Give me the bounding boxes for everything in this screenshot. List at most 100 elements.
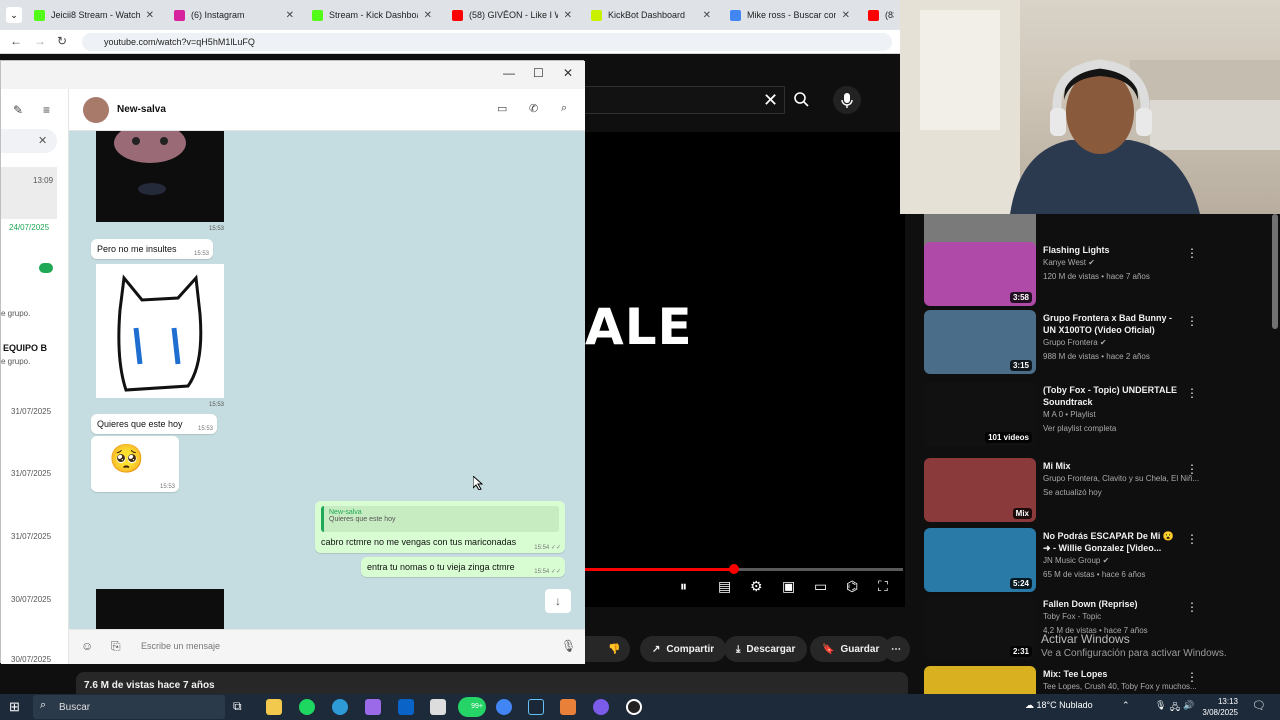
share-button[interactable]: ↗ Compartir [640, 636, 727, 662]
more-options-icon[interactable]: ⋮ [1186, 670, 1198, 684]
browser-tab[interactable]: (83) M [862, 2, 900, 28]
tab-search-icon[interactable]: ⌄ [6, 7, 22, 23]
video-progress-bar[interactable] [585, 564, 903, 574]
message-input[interactable]: Escribe un mensaje [141, 641, 220, 651]
mic-icon[interactable]: 🎙 [561, 639, 576, 653]
video-title[interactable]: Mi Mix [1043, 460, 1183, 472]
autoplay-toggle[interactable]: ⏸ [680, 578, 687, 595]
clear-search-icon[interactable]: ✕ [763, 90, 778, 111]
video-title[interactable]: Grupo Frontera x Bad Bunny - UN X100TO (… [1043, 312, 1183, 336]
notifications-icon[interactable]: 🗨 [1252, 699, 1266, 712]
more-options-icon[interactable]: ⋮ [1186, 532, 1198, 546]
contact-name[interactable]: New-salva [117, 104, 166, 115]
volume-icon[interactable]: 🔊 [1183, 700, 1194, 711]
channel-name[interactable]: Kanye West ✔ [1043, 258, 1095, 267]
recommendation-item[interactable]: 5:24 No Podrás ESCAPAR De Mi 😮 ➜ - Willie… [924, 528, 1274, 594]
more-options-icon[interactable]: ⋮ [1186, 462, 1198, 476]
weather-widget[interactable]: ☁ 18°C Nublado [1025, 700, 1093, 711]
recommendation-item[interactable]: 3:15 Grupo Frontera x Bad Bunny - UN X100… [924, 310, 1274, 376]
video-thumbnail[interactable]: Mix [924, 458, 1036, 522]
steam-icon[interactable] [528, 699, 544, 715]
cast-icon[interactable]: ⌬ [846, 578, 858, 595]
outgoing-message[interactable]: entra tu nomas o tu vieja zinga ctmre 15:… [361, 557, 565, 577]
search-icon[interactable] [786, 86, 816, 114]
chat-search-input[interactable]: ✕ [1, 129, 57, 153]
youtube-search-input[interactable] [585, 86, 785, 114]
video-thumbnail[interactable]: 3:15 [924, 310, 1036, 374]
video-player[interactable] [585, 132, 905, 607]
file-explorer-icon[interactable] [266, 699, 282, 715]
recommendation-item[interactable]: Mix Mi Mix Grupo Frontera, Clavito y su Ch… [924, 458, 1274, 524]
download-button[interactable]: ⤓ Descargar [724, 636, 808, 662]
image-message-dark[interactable] [96, 589, 224, 629]
incoming-message[interactable]: Quieres que este hoy 15:53 [91, 414, 217, 434]
recommendation-item[interactable]: 3:58 Flashing Lights Kanye West ✔ 120 M de … [924, 242, 1274, 308]
filter-icon[interactable]: ≡ [43, 103, 50, 117]
tray-overflow-icon[interactable]: ⌃ [1122, 700, 1130, 711]
emoji-icon[interactable]: ☺ [81, 639, 93, 653]
reload-icon[interactable]: ↻ [57, 34, 67, 48]
video-title[interactable]: Fallen Down (Reprise) [1043, 598, 1183, 610]
back-icon[interactable]: ← [10, 34, 22, 48]
emoji-message[interactable]: 🥺 15:53 [91, 436, 179, 492]
obs-icon[interactable] [626, 699, 642, 715]
outgoing-message-reply[interactable]: New-salva Quieres que este hoy cabro rct… [315, 501, 565, 553]
video-title[interactable]: No Podrás ESCAPAR De Mi 😮 ➜ - Willie Gon… [1043, 530, 1183, 554]
minimize-icon[interactable]: — [503, 66, 515, 80]
browser-tab[interactable]: (6) Instagram ✕ [168, 2, 300, 28]
discord-icon[interactable] [593, 699, 609, 715]
outlook-icon[interactable] [398, 699, 414, 715]
avatar[interactable] [83, 97, 109, 123]
browser-tab[interactable]: Jeicii8 Stream - Watch Liv ✕ [28, 2, 160, 28]
tab-close-icon[interactable]: ✕ [564, 10, 572, 21]
incoming-message[interactable]: Pero no me insultes 15:53 [91, 239, 213, 259]
store-icon[interactable] [430, 699, 446, 715]
video-thumbnail[interactable]: 101 videos [924, 382, 1036, 446]
recommendation-item[interactable]: 101 videos (Toby Fox - Topic) UNDERTALE S… [924, 382, 1274, 448]
maximize-icon[interactable]: ☐ [533, 66, 544, 80]
channel-name[interactable]: JN Music Group ✔ [1043, 556, 1109, 565]
spotify-icon[interactable] [299, 699, 315, 715]
more-options-icon[interactable]: ⋮ [1186, 246, 1198, 260]
channel-name[interactable]: Grupo Frontera ✔ [1043, 338, 1107, 347]
phone-icon[interactable]: ✆ [529, 102, 538, 115]
windows-start-icon[interactable]: ⊞ [9, 699, 20, 715]
more-actions-button[interactable]: ⋯ [884, 636, 910, 662]
tab-close-icon[interactable]: ✕ [424, 10, 432, 21]
channel-name[interactable]: Tee Lopes, Crush 40, Toby Fox y muchos..… [1043, 682, 1197, 691]
channel-name[interactable]: M A 0 • Playlist [1043, 410, 1096, 419]
tab-close-icon[interactable]: ✕ [286, 10, 294, 21]
attach-icon[interactable]: ⎘ [111, 639, 121, 654]
fullscreen-icon[interactable]: ⛶ [878, 578, 888, 595]
video-title[interactable]: Mix: Tee Lopes [1043, 668, 1183, 680]
more-options-icon[interactable]: ⋮ [1186, 314, 1198, 328]
video-title[interactable]: Flashing Lights [1043, 244, 1183, 256]
video-thumbnail[interactable]: 2:31 [924, 596, 1036, 660]
search-icon[interactable]: ⌕ [561, 102, 567, 115]
recommendation-item[interactable]: Mix: Tee Lopes Tee Lopes, Crush 40, Toby … [924, 666, 1274, 696]
channel-name[interactable]: Toby Fox - Topic [1043, 612, 1101, 621]
theater-mode-icon[interactable]: ▭ [814, 578, 827, 595]
task-view-icon[interactable]: ⧉ [233, 699, 242, 714]
network-icon[interactable]: 🖧 [1170, 700, 1180, 716]
more-options-icon[interactable]: ⋮ [1186, 600, 1198, 614]
tab-close-icon[interactable]: ✕ [146, 10, 154, 21]
video-thumbnail[interactable]: 3:58 [924, 242, 1036, 306]
save-button[interactable]: 🔖 Guardar [810, 636, 892, 662]
scrollbar[interactable] [1272, 214, 1278, 329]
image-message-pig[interactable] [96, 131, 224, 222]
close-icon[interactable]: ✕ [563, 66, 573, 80]
taskbar-search[interactable]: ⌕ Buscar [33, 695, 225, 719]
clear-search-icon[interactable]: ✕ [38, 134, 47, 147]
browser-tab[interactable]: Stream - Kick Dashboard ✕ [306, 2, 438, 28]
scroll-down-button[interactable]: ↓ [545, 589, 571, 613]
browser-tab[interactable]: (58) GIVĒON - Like I Want ✕ [446, 2, 578, 28]
video-thumbnail[interactable] [924, 666, 1036, 696]
subtitles-icon[interactable]: ▤ [718, 578, 731, 595]
copilot-icon[interactable] [365, 699, 381, 715]
channel-name[interactable]: Grupo Frontera, Clavito y su Chela, El N… [1043, 474, 1199, 483]
browser-tab[interactable]: Mike ross - Buscar con G ✕ [724, 2, 856, 28]
video-title[interactable]: (Toby Fox - Topic) UNDERTALE Soundtrack [1043, 384, 1183, 408]
whatsapp-taskbar-icon[interactable]: 99+ [458, 697, 486, 717]
new-chat-icon[interactable]: ✎ [13, 103, 23, 117]
